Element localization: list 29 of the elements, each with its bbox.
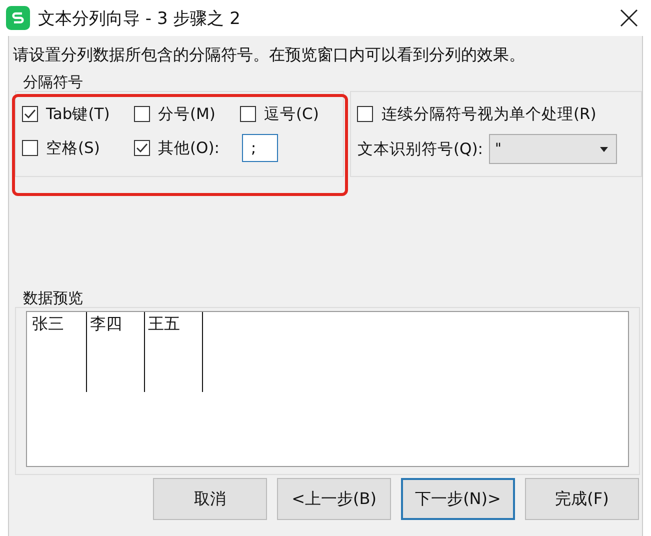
app-icon: [6, 6, 30, 30]
instruction-text: 请设置分列数据所包含的分隔符号。在预览窗口内可以看到分列的效果。: [13, 44, 526, 66]
wizard-button[interactable]: 取消: [153, 478, 267, 520]
other-delimiter-field[interactable]: ;: [242, 134, 278, 162]
qualifier-label: 文本识别符号(Q):: [357, 138, 483, 160]
delimiter-checkbox[interactable]: 空格(S): [22, 134, 134, 162]
delimiter-checkbox[interactable]: Tab键(T): [22, 100, 134, 128]
group-legend: 分隔符号: [23, 73, 642, 91]
consecutive-checkbox[interactable]: 连续分隔符号视为单个处理(R): [357, 100, 635, 128]
close-icon: [620, 9, 638, 27]
preview-cell: 李四: [90, 314, 122, 333]
checkbox[interactable]: [134, 106, 150, 122]
delimiter-checkbox[interactable]: 分号(M): [134, 100, 240, 128]
checkbox[interactable]: [22, 106, 38, 122]
group-legend: 数据预览: [23, 289, 642, 307]
checkbox[interactable]: [134, 140, 150, 156]
delimiter-checkbox[interactable]: 其他(O):: [134, 134, 240, 162]
checkbox[interactable]: [357, 106, 374, 122]
wizard-button[interactable]: <上一步(B): [277, 478, 391, 520]
wizard-button[interactable]: 下一步(N)>: [401, 478, 515, 520]
dropdown-arrow-icon: [600, 146, 608, 152]
checkbox[interactable]: [240, 106, 256, 122]
preview-cell: 张三: [32, 314, 64, 333]
delimiter-checkbox[interactable]: 逗号(C): [240, 100, 338, 128]
window-title: 文本分列向导 - 3 步骤之 2: [38, 8, 242, 30]
wizard-button[interactable]: 完成(F): [525, 478, 639, 520]
checkbox[interactable]: [22, 140, 38, 156]
preview-cell: 王五: [148, 314, 180, 333]
qualifier-dropdown[interactable]: ": [489, 134, 617, 164]
